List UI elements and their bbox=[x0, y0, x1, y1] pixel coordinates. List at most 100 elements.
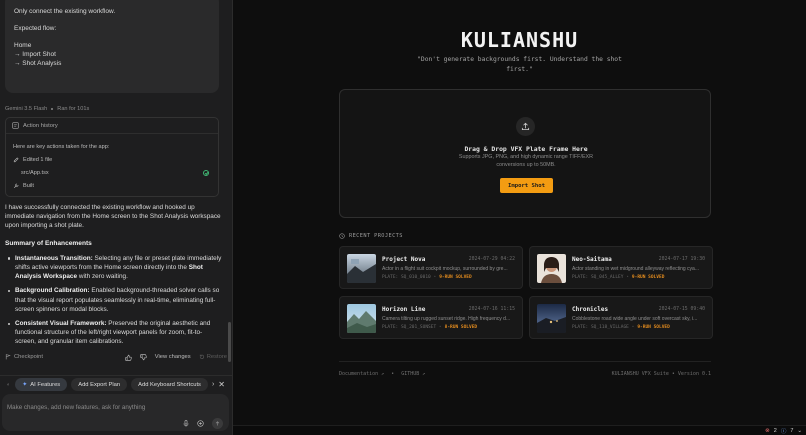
built-row: Built bbox=[13, 179, 211, 192]
user-line: → Import Shot bbox=[14, 50, 56, 58]
list-item: Consistent Visual Framework: Preserved t… bbox=[5, 319, 223, 347]
dropzone-title: Drag & Drop VFX Plate Frame Here bbox=[464, 145, 588, 153]
response-intro: I have successfully connected the existi… bbox=[5, 204, 221, 230]
model-meta: Gemini 3.5 Flash Ran for 101s bbox=[5, 106, 89, 112]
arrow-up-icon bbox=[215, 421, 220, 426]
solver-status: 9-RUN SOLVED bbox=[439, 274, 472, 280]
version-label: KULIANSHU VFX Suite • Version 0.1 bbox=[611, 371, 711, 377]
plate-id: PLATE: SQ_118_VILLAGE bbox=[572, 324, 629, 330]
project-card[interactable]: Horizon Line 2024-07-16 11:15 Camera til… bbox=[339, 296, 523, 339]
check-icon bbox=[203, 169, 209, 176]
edited-file-row[interactable]: src/App.tsx bbox=[13, 166, 211, 179]
history-icon bbox=[12, 122, 19, 129]
project-thumbnail bbox=[537, 304, 566, 333]
recent-projects-title: RECENT PROJECTS bbox=[349, 233, 403, 239]
message-actions: Checkpoint View changes Restore bbox=[5, 351, 227, 363]
project-date: 2024-07-15 09:40 bbox=[658, 307, 705, 312]
project-card[interactable]: Project Nova 2024-07-29 04:22 Actor in a… bbox=[339, 246, 523, 289]
project-description: Camera tilting up rugged sunset ridge. H… bbox=[382, 315, 511, 322]
flag-icon bbox=[5, 354, 11, 360]
info-icon[interactable]: ⓘ bbox=[781, 427, 787, 435]
solver-status: 8-RUN SOLVED bbox=[444, 324, 478, 330]
github-link[interactable]: GITHUB ↗ bbox=[401, 371, 425, 377]
add-circle-icon[interactable] bbox=[197, 420, 204, 427]
item-title: Consistent Visual Framework: bbox=[15, 320, 107, 328]
dropzone-subtitle: Supports JPG, PNG, and high dynamic rang… bbox=[458, 154, 594, 168]
model-name: Gemini 3.5 Flash bbox=[5, 106, 48, 112]
assistant-response: I have successfully connected the existi… bbox=[5, 203, 223, 352]
list-item: Background Calibration: Enabled backgrou… bbox=[5, 286, 223, 314]
chip-add-keyboard-shortcuts[interactable]: Add Keyboard Shortcuts bbox=[131, 378, 208, 391]
chip-add-export-plan[interactable]: Add Export Plan bbox=[71, 378, 128, 391]
action-history-header[interactable]: Action history bbox=[6, 118, 218, 134]
edited-row[interactable]: Edited 1 file bbox=[13, 153, 211, 166]
status-bar: ⊗ 2 ⓘ 7 ⌄ bbox=[233, 425, 806, 435]
external-link-icon: ↗ bbox=[381, 371, 385, 377]
chat-scrollbar[interactable] bbox=[228, 322, 231, 362]
project-plate: PLATE: SQ_118_VILLAGE • 9-RUN SOLVED bbox=[572, 324, 670, 330]
view-changes-button[interactable]: View changes bbox=[155, 354, 191, 360]
chip-label: Add Export Plan bbox=[78, 381, 121, 388]
thumbs-down-icon[interactable] bbox=[140, 353, 147, 361]
chip-label: Add Keyboard Shortcuts bbox=[138, 381, 201, 388]
project-description: Actor in a flight suit cockpit mockup, s… bbox=[382, 265, 508, 272]
chat-panel: Only connect the existing workflow. Expe… bbox=[0, 0, 233, 435]
upload-icon-wrapper bbox=[516, 117, 535, 136]
project-name: Project Nova bbox=[382, 256, 426, 263]
solver-status: 9-RUN SOLVED bbox=[637, 324, 670, 330]
item-text: with zero waiting. bbox=[77, 273, 128, 281]
user-message: Only connect the existing workflow. Expe… bbox=[5, 0, 219, 93]
chevron-down-icon[interactable]: ⌄ bbox=[797, 428, 802, 434]
checkpoint-button[interactable]: Checkpoint bbox=[5, 354, 43, 360]
project-card[interactable]: Neo-Saitama 2024-07-17 19:30 Actor stand… bbox=[529, 246, 713, 289]
project-plate: PLATE: SQ_010_0010 • 9-RUN SOLVED bbox=[382, 274, 472, 280]
chevron-right-icon[interactable]: › bbox=[212, 381, 214, 388]
file-path: src/App.tsx bbox=[21, 169, 49, 176]
pencil-icon bbox=[13, 156, 19, 162]
edited-label: Edited 1 file bbox=[23, 156, 53, 163]
project-thumbnail bbox=[347, 254, 376, 283]
upload-dropzone[interactable]: Drag & Drop VFX Plate Frame Here Support… bbox=[339, 89, 711, 218]
project-thumbnail bbox=[347, 304, 376, 333]
upload-icon bbox=[521, 122, 530, 131]
project-date: 2024-07-29 04:22 bbox=[468, 257, 515, 262]
documentation-link[interactable]: Documentation ↗ bbox=[339, 371, 384, 377]
app-preview: KULIANSHU "Don't generate backgrounds fi… bbox=[233, 0, 806, 435]
github-label: GITHUB bbox=[401, 371, 420, 377]
action-history-title: Action history bbox=[23, 122, 58, 129]
chip-label: AI Features bbox=[30, 381, 61, 388]
wrench-icon bbox=[13, 183, 19, 188]
clock-icon bbox=[339, 233, 345, 239]
summary-title: Summary of Enhancements bbox=[5, 239, 92, 247]
user-line: Home bbox=[14, 42, 32, 50]
close-icon[interactable]: ✕ bbox=[218, 380, 225, 389]
project-card[interactable]: Chronicles 2024-07-15 09:40 Cobblestone … bbox=[529, 296, 713, 339]
user-line: Only connect the existing workflow. bbox=[14, 8, 116, 15]
separator-dot: • bbox=[391, 371, 395, 377]
footer-divider bbox=[339, 361, 711, 362]
app-brand-title: KULIANSHU bbox=[460, 28, 579, 52]
error-icon[interactable]: ⊗ bbox=[765, 428, 770, 434]
enhancement-list: Instantaneous Transition: Selecting any … bbox=[5, 254, 223, 347]
item-title: Instantaneous Transition: bbox=[15, 254, 93, 262]
import-shot-button[interactable]: Import Shot bbox=[500, 178, 553, 193]
restore-button[interactable]: Restore bbox=[199, 354, 227, 360]
solver-status: 9-RUN SOLVED bbox=[631, 274, 665, 280]
user-line: → Shot Analysis bbox=[14, 59, 62, 67]
separator-dot bbox=[51, 108, 54, 110]
built-label: Built bbox=[23, 182, 34, 189]
project-plate: PLATE: SQ_045_ALLEY • 9-RUN SOLVED bbox=[572, 274, 665, 280]
project-thumbnail bbox=[537, 254, 566, 283]
refresh-icon[interactable] bbox=[7, 381, 9, 388]
project-date: 2024-07-17 19:30 bbox=[658, 257, 705, 262]
send-button[interactable] bbox=[212, 418, 223, 429]
chip-ai-features[interactable]: ✦ AI Features bbox=[15, 378, 68, 391]
run-duration: Ran for 101s bbox=[57, 106, 90, 112]
thumbs-up-icon[interactable] bbox=[125, 354, 132, 361]
prompt-input[interactable] bbox=[7, 401, 207, 413]
checkpoint-label: Checkpoint bbox=[14, 354, 44, 360]
suggestion-chips: ✦ AI Features Add Export Plan Add Keyboar… bbox=[0, 375, 232, 393]
microphone-icon[interactable] bbox=[183, 420, 189, 427]
chat-composer bbox=[2, 394, 229, 431]
sparkle-icon: ✦ bbox=[22, 382, 28, 388]
